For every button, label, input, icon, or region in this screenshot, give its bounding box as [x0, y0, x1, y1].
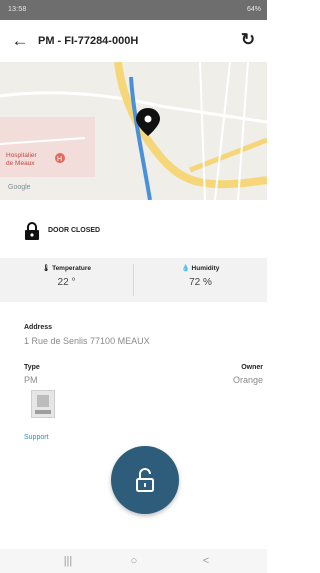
unlock-button[interactable] [111, 446, 179, 514]
app-bar: ← PM - FI-77284-000H ↻ [0, 20, 267, 62]
temperature-sensor: 🌡 Temperature 22 ° [0, 264, 133, 288]
google-attribution: Google [8, 184, 31, 191]
water-drop-icon: 💧 [181, 265, 190, 272]
humidity-label: Humidity [191, 265, 220, 272]
status-time: 13:58 [8, 6, 27, 13]
owner-value: Orange [232, 375, 263, 385]
thermometer-icon: 🌡 [42, 265, 51, 272]
home-button[interactable]: ○ [124, 553, 144, 569]
owner-label: Owner [241, 364, 263, 371]
type-label: Type [24, 364, 40, 371]
refresh-icon[interactable]: ↻ [237, 29, 259, 51]
type-value: PM [24, 375, 38, 385]
svg-text:H: H [57, 156, 62, 163]
support-link[interactable]: Support [24, 434, 49, 441]
map-poi-label-line2: de Meaux [6, 160, 35, 167]
status-indicators: 64% [246, 6, 261, 13]
door-status: DOOR CLOSED [24, 222, 184, 242]
sensor-panel: 🌡 Temperature 22 ° 💧 Humidity 72 % [0, 258, 267, 302]
system-nav-bar: ||| ○ < [0, 549, 267, 573]
nav-back-button[interactable]: < [196, 553, 216, 569]
arrow-left-icon[interactable]: ← [9, 30, 31, 52]
door-status-label: DOOR CLOSED [48, 227, 101, 234]
map-view[interactable]: H Hospitalier de Meaux Google [0, 62, 267, 200]
status-bar: 13:58 64% [0, 0, 267, 20]
humidity-value: 72 % [189, 277, 212, 288]
humidity-sensor: 💧 Humidity 72 % [134, 264, 267, 288]
page-title: PM - FI-77284-000H [38, 35, 139, 47]
temperature-value: 22 ° [57, 277, 76, 288]
unlock-icon [136, 468, 154, 492]
recents-button[interactable]: ||| [58, 553, 78, 569]
temperature-label: Temperature [52, 265, 91, 272]
address-label: Address [24, 324, 53, 331]
map-poi-label: Hospitalier de Meaux [6, 152, 37, 168]
lock-icon [25, 222, 39, 240]
map-graphic: H [0, 62, 267, 200]
address-value: 1 Rue de Senlis 77100 MEAUX [24, 336, 150, 346]
map-poi-label-line1: Hospitalier [6, 152, 37, 159]
device-type-thumbnail[interactable] [31, 390, 55, 418]
